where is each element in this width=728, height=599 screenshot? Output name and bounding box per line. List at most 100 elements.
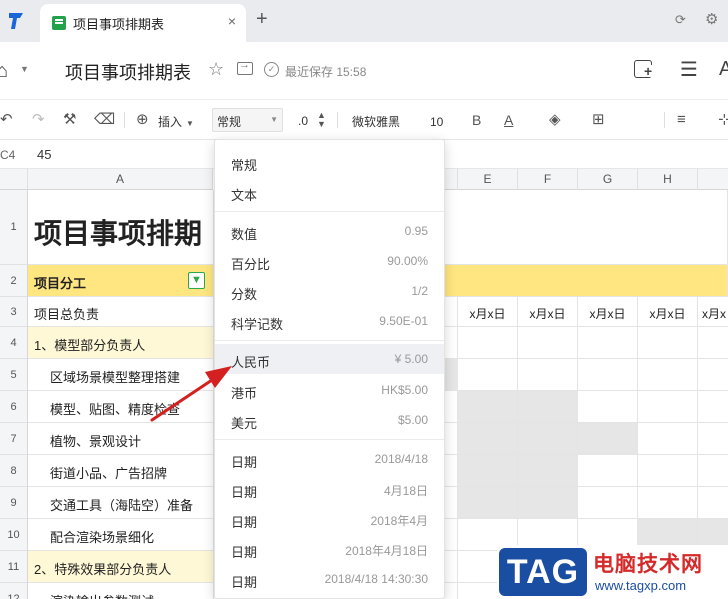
row-header[interactable]: 6 [0,391,28,423]
schedule-cell[interactable] [518,487,578,519]
column-header-e[interactable]: E [458,169,518,190]
bold-button[interactable]: B [472,110,481,130]
task-cell[interactable]: 区域场景模型整理搭建 [28,359,214,391]
column-header-i[interactable] [698,169,728,190]
format-option-date[interactable]: 日期 2018年4月18日 [215,534,444,564]
document-tab[interactable]: 项目事项排期表 × [40,4,246,42]
filter-icon[interactable]: ▼ [188,272,205,289]
row-header[interactable]: 12 [0,583,28,599]
format-option-number[interactable]: 数值 0.95 [215,216,444,246]
section-cell[interactable]: 2、特殊效果部分负责人 [28,551,214,583]
column-header-a[interactable]: A [28,169,213,190]
schedule-cell[interactable] [638,455,698,487]
insert-button[interactable]: 插入 [158,112,182,132]
schedule-cell[interactable] [458,359,518,391]
star-icon[interactable]: ☆ [208,59,224,80]
column-header-f[interactable]: F [518,169,578,190]
row-header[interactable]: 7 [0,423,28,455]
format-painter-icon[interactable]: ⚒ [63,110,76,130]
row-header[interactable]: 9 [0,487,28,519]
format-option-usd[interactable]: 美元 $5.00 [215,405,444,435]
schedule-cell[interactable] [578,391,638,423]
move-to-folder-icon[interactable] [237,59,253,75]
schedule-cell[interactable] [458,423,518,455]
schedule-cell[interactable] [445,423,458,455]
schedule-cell[interactable] [698,487,728,519]
eraser-icon[interactable]: ⌫ [94,110,115,130]
schedule-cell[interactable] [578,359,638,391]
gear-icon[interactable]: ⚙ [705,10,718,28]
cell-reference[interactable]: C4 [0,148,15,162]
undo-icon[interactable]: ↶ [0,110,13,130]
row-header[interactable]: 3 [0,297,28,327]
schedule-cell[interactable] [698,359,728,391]
schedule-cell[interactable] [445,583,458,599]
document-title[interactable]: 项目事项排期表 [65,59,191,85]
corner-header[interactable] [0,169,28,190]
header-cell[interactable] [445,265,728,297]
chevron-down-icon[interactable]: ▼ [186,114,194,134]
format-option-date[interactable]: 日期 4月18日 [215,474,444,504]
stepper-icon[interactable]: ▲ ▼ [317,111,326,129]
font-settings-button[interactable]: A [719,58,728,81]
format-option-rmb[interactable]: 人民币 ¥ 5.00 [215,344,444,374]
format-option-scientific[interactable]: 科学记数 9.50E-01 [215,306,444,336]
decimal-places-button[interactable]: .0 [298,111,308,131]
row-header[interactable]: 1 [0,190,28,265]
schedule-cell[interactable] [445,487,458,519]
menu-icon[interactable]: ☰ [680,60,698,80]
row-header[interactable]: 8 [0,455,28,487]
schedule-cell[interactable] [698,455,728,487]
row-header[interactable]: 4 [0,327,28,359]
more-icon[interactable]: ⊹ [718,110,728,130]
schedule-cell[interactable] [445,391,458,423]
row-header[interactable]: 10 [0,519,28,551]
schedule-cell[interactable] [638,359,698,391]
date-header-cell[interactable]: x月x日 [518,297,578,327]
schedule-cell[interactable] [578,455,638,487]
format-option-date[interactable]: 日期 2018年4月 [215,504,444,534]
schedule-cell[interactable] [445,551,458,583]
task-cell[interactable]: 交通工具（海陆空）准备 [28,487,214,519]
app-logo-icon[interactable] [6,11,26,31]
schedule-cell[interactable] [445,455,458,487]
schedule-cell[interactable] [445,327,458,359]
schedule-cell[interactable] [458,391,518,423]
task-cell[interactable]: 渲染输出参数测试 [28,583,214,599]
schedule-cell[interactable] [445,359,458,391]
schedule-cell[interactable] [518,359,578,391]
table-cell[interactable] [445,190,728,265]
row-header[interactable]: 11 [0,551,28,583]
date-header-cell[interactable]: x月x日 [578,297,638,327]
schedule-cell[interactable] [638,487,698,519]
date-header-cell[interactable]: x月x日 [638,297,698,327]
task-cell[interactable]: 模型、贴图、精度检查 [28,391,214,423]
font-color-button[interactable]: A [504,110,513,130]
date-header-cell[interactable]: x月x日 [458,297,518,327]
column-header-g[interactable]: G [578,169,638,190]
row-header[interactable]: 5 [0,359,28,391]
chevron-down-icon[interactable]: ▼ [20,64,29,74]
home-icon[interactable]: ⌂ [0,60,8,83]
section-cell[interactable]: 1、模型部分负责人 [28,327,214,359]
schedule-cell[interactable] [518,327,578,359]
schedule-cell[interactable] [458,327,518,359]
format-option-text[interactable]: 文本 [215,177,444,207]
schedule-cell[interactable] [638,423,698,455]
format-option-fraction[interactable]: 分数 1/2 [215,276,444,306]
table-cell[interactable] [445,297,458,327]
schedule-cell[interactable] [698,423,728,455]
header-cell[interactable]: 项目分工 [28,265,214,297]
format-option-general[interactable]: 常规 [215,147,444,177]
font-size-select[interactable]: 10 [430,112,443,132]
insert-icon[interactable]: ⊕ [136,110,149,130]
format-option-date[interactable]: 日期 2018/4/18 [215,444,444,474]
column-header-d[interactable] [445,169,458,190]
refresh-icon[interactable]: ⟳ [675,12,686,28]
column-header-h[interactable]: H [638,169,698,190]
schedule-cell[interactable] [445,519,458,551]
schedule-cell[interactable] [698,327,728,359]
format-option-datetime[interactable]: 日期 2018/4/18 14:30:30 [215,564,444,594]
add-collaborator-icon[interactable] [634,60,653,78]
task-cell[interactable]: 街道小品、广告招牌 [28,455,214,487]
